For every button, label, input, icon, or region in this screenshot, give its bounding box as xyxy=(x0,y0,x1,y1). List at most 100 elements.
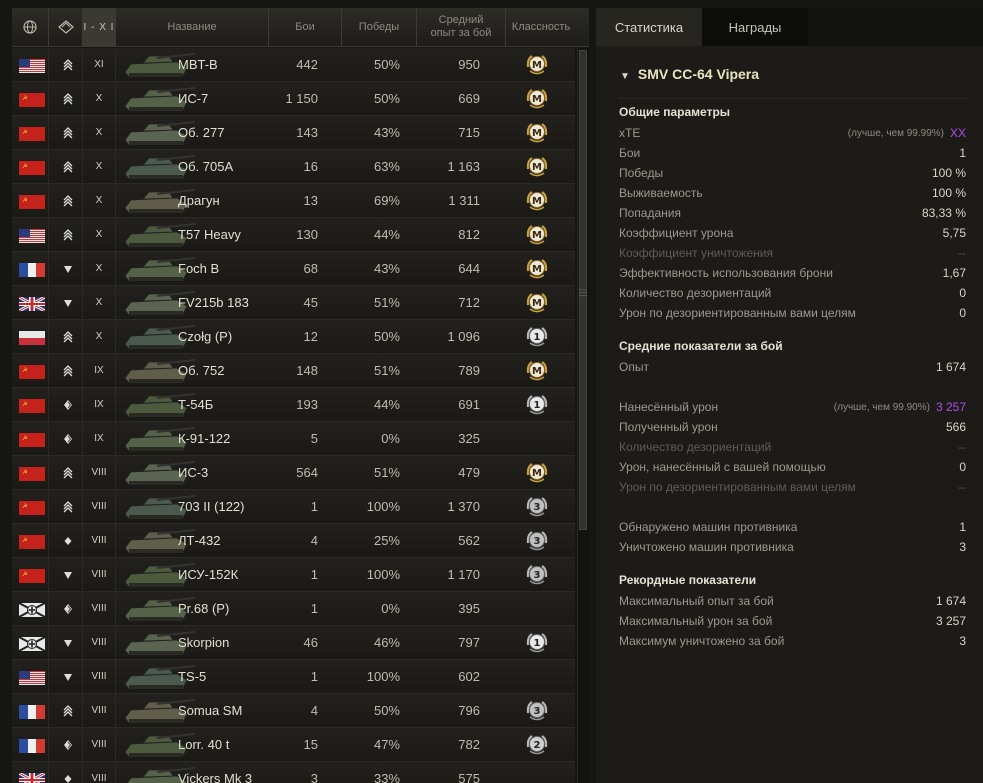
svg-text:M: M xyxy=(532,230,542,241)
table-row[interactable]: ☭ IX Т-54Б 193 44% 691 1 xyxy=(12,388,575,422)
divider xyxy=(48,490,49,523)
table-row[interactable]: XI MBT-B 442 50% 950 M xyxy=(12,48,575,82)
vehicle-name: Об. 277 xyxy=(178,125,225,140)
table-row[interactable]: ☭ X Об. 277 143 43% 715 M xyxy=(12,116,575,150)
tab-statistics[interactable]: Статистика xyxy=(596,8,702,46)
nation-flag-icon xyxy=(19,297,45,311)
svg-text:☭: ☭ xyxy=(22,367,27,374)
avg-xp-column-label: Средний опыт за бой xyxy=(430,14,492,39)
table-row[interactable]: VIII Skorpion 46 46% 797 1 xyxy=(12,626,575,660)
stat-row: Опыт 1 674 xyxy=(619,357,966,377)
vehicle-wins: 33% xyxy=(373,771,400,783)
table-row[interactable]: ☭ VIII 703 II (122) 1 100% 1 370 3 xyxy=(12,490,575,524)
divider xyxy=(48,422,49,455)
table-row[interactable]: ☭ VIII ЛТ-432 4 25% 562 3 xyxy=(12,524,575,558)
vehicle-wins: 100% xyxy=(366,567,400,582)
mastery-badge-icon: 2 xyxy=(522,728,552,761)
table-row[interactable]: VIII TS-5 1 100% 602 xyxy=(12,660,575,694)
table-row[interactable]: ☭ X Об. 705А 16 63% 1 163 M xyxy=(12,150,575,184)
vehicle-battles: 1 xyxy=(310,669,318,684)
divider xyxy=(115,388,116,421)
svg-text:☭: ☭ xyxy=(22,95,27,102)
stat-label: Выживаемость xyxy=(619,186,703,200)
svg-text:☭: ☭ xyxy=(22,197,27,204)
vehicle-avg-xp: 395 xyxy=(458,601,480,616)
table-row[interactable]: ☭ IX К-91-122 5 0% 325 xyxy=(12,422,575,456)
vehicle-class-icon xyxy=(61,286,75,319)
table-row[interactable]: X Foch B 68 43% 644 M xyxy=(12,252,575,286)
stat-percentile-note: (лучше, чем 99.90%) xyxy=(833,401,930,413)
vehicle-tier: IX xyxy=(94,365,104,376)
table-row[interactable]: ☭ IX Об. 752 148 51% 789 M xyxy=(12,354,575,388)
vehicle-name: Somua SM xyxy=(178,703,243,718)
table-row[interactable]: X T57 Heavy 130 44% 812 M xyxy=(12,218,575,252)
stat-label: Урон по дезориентированным вами целям xyxy=(619,480,856,494)
nation-flag-icon xyxy=(19,671,45,685)
vehicle-tier: VIII xyxy=(91,739,107,750)
stat-label: Максимум уничтожено за бой xyxy=(619,634,785,648)
vehicle-tier: X xyxy=(95,161,103,172)
vehicle-battles: 1 xyxy=(310,567,318,582)
vehicle-battles: 442 xyxy=(296,57,318,72)
vehicle-name: ИС-3 xyxy=(178,465,209,480)
tier-filter-label: I - X I xyxy=(83,21,115,33)
battles-column-header[interactable]: Бои xyxy=(269,8,342,46)
divider xyxy=(115,660,116,693)
table-row[interactable]: ☭ VIII ИСУ-152К 1 100% 1 170 3 xyxy=(12,558,575,592)
vehicle-tier: VIII xyxy=(91,569,107,580)
divider xyxy=(82,524,83,557)
tier-filter-button[interactable]: I - X I xyxy=(83,8,116,46)
nation-flag-icon xyxy=(19,637,45,651)
vehicle-wins: 0% xyxy=(381,601,400,616)
vehicle-battles: 148 xyxy=(296,363,318,378)
vehicle-title-toggle[interactable]: ▼ SMV CC-64 Vipera xyxy=(620,66,759,82)
vehicle-tier: XI xyxy=(94,59,104,70)
vehicle-tier: VIII xyxy=(91,467,107,478)
avg-xp-column-header[interactable]: Средний опыт за бой xyxy=(417,8,506,46)
wins-column-header[interactable]: Победы xyxy=(342,8,417,46)
table-row[interactable]: ☭ VIII ИС-3 564 51% 479 M xyxy=(12,456,575,490)
table-row[interactable]: ☭ X ИС-7 1 150 50% 669 M xyxy=(12,82,575,116)
nation-flag-icon xyxy=(19,263,45,277)
mastery-badge-icon: M xyxy=(522,48,552,81)
vehicle-avg-xp: 644 xyxy=(458,261,480,276)
vehicle-class-icon xyxy=(61,490,75,523)
mastery-column-header[interactable]: Классность xyxy=(506,8,576,46)
type-filter-button[interactable] xyxy=(49,8,83,46)
vehicle-battles: 5 xyxy=(310,431,318,446)
table-row[interactable]: X FV215b 183 45 51% 712 M xyxy=(12,286,575,320)
mastery-badge-icon: 3 xyxy=(522,524,552,557)
table-row[interactable]: ☭ X Драгун 13 69% 1 311 M xyxy=(12,184,575,218)
divider xyxy=(115,694,116,727)
table-row[interactable]: X Czołg (P) 12 50% 1 096 1 xyxy=(12,320,575,354)
nation-flag-icon: ☭ xyxy=(19,467,45,481)
stat-value: 0 xyxy=(959,460,966,474)
vehicle-battles: 4 xyxy=(310,703,318,718)
nation-filter-button[interactable] xyxy=(12,8,49,46)
stat-row: Количество дезориентаций -- xyxy=(619,437,966,457)
tab-awards[interactable]: Награды xyxy=(702,8,808,46)
vehicle-battles: 143 xyxy=(296,125,318,140)
table-row[interactable]: VIII Vickers Mk 3 3 33% 575 xyxy=(12,762,575,783)
nation-flag-icon xyxy=(19,229,45,243)
divider xyxy=(48,728,49,761)
divider xyxy=(82,354,83,387)
name-column-header[interactable]: Название xyxy=(116,8,269,46)
stat-value: 3 257 xyxy=(935,400,966,414)
vehicle-battles: 46 xyxy=(303,635,318,650)
svg-text:☭: ☭ xyxy=(22,503,27,510)
vehicle-name: MBT-B xyxy=(178,57,218,72)
stat-row: Максимальный урон за бой 3 257 xyxy=(619,611,966,631)
table-row[interactable]: VIII Somua SM 4 50% 796 3 xyxy=(12,694,575,728)
divider xyxy=(48,626,49,659)
mastery-badge-icon: M xyxy=(522,354,552,387)
vehicle-name: ЛТ-432 xyxy=(178,533,221,548)
stat-label: Обнаружено машин противника xyxy=(619,520,798,534)
table-row[interactable]: VIII Pr.68 (P) 1 0% 395 xyxy=(12,592,575,626)
vehicle-avg-xp: 950 xyxy=(458,57,480,72)
vehicle-wins: 46% xyxy=(373,635,400,650)
mastery-badge-icon: M xyxy=(522,184,552,217)
stat-row: Выживаемость 100 % xyxy=(619,183,966,203)
table-row[interactable]: VIII Lorr. 40 t 15 47% 782 2 xyxy=(12,728,575,762)
vehicle-class-icon xyxy=(61,116,75,149)
